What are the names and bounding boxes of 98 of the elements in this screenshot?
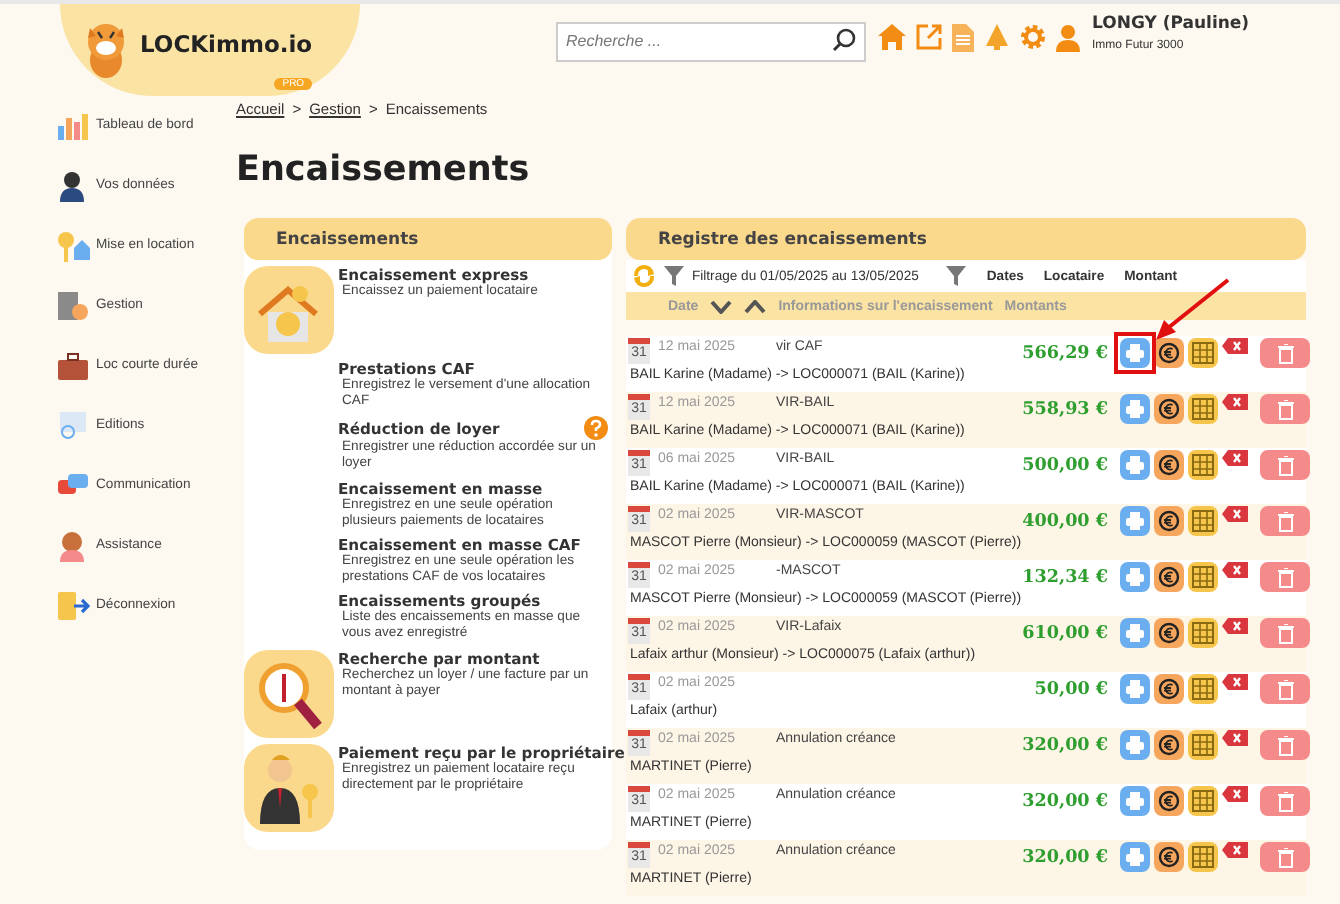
calculator-button[interactable] [1188,842,1218,872]
filter-icon[interactable] [946,266,967,286]
euro-icon [1158,454,1180,476]
euro-button[interactable] [1154,506,1184,536]
payment-amount: 50,00 € [1032,678,1108,704]
help-icon[interactable] [584,416,608,441]
euro-button[interactable] [1154,618,1184,648]
remove-tag-icon[interactable] [1222,618,1248,634]
calculator-button[interactable] [1188,730,1218,760]
trash-icon [1277,623,1293,643]
payment-amount: 566,29 € [1020,342,1108,368]
delete-button[interactable] [1260,394,1310,424]
remove-tag-icon[interactable] [1222,842,1248,858]
delete-button[interactable] [1260,842,1310,872]
payment-amount: 320,00 € [1020,790,1108,816]
grid-icon [1192,734,1214,756]
sort-descending-icon[interactable] [710,299,733,313]
page-title: Encaissements [236,150,532,190]
delete-button[interactable] [1260,450,1310,480]
remove-tag-icon[interactable] [1222,730,1248,746]
trash-icon [1277,343,1293,363]
trash-icon [1277,455,1293,475]
euro-icon [1158,342,1180,364]
grid-icon [1192,566,1214,588]
remove-tag-icon[interactable] [1222,786,1248,802]
grid-icon [1192,846,1214,868]
filter-icon[interactable] [664,266,684,286]
menu-icon [56,589,90,621]
euro-button[interactable] [1154,394,1184,424]
grid-icon [1192,622,1214,644]
delete-button[interactable] [1260,730,1310,760]
euro-icon [1158,846,1180,868]
grid-icon [1192,790,1214,812]
calculator-button[interactable] [1188,506,1218,536]
euro-button[interactable] [1154,730,1184,760]
panel-header: Encaissements [244,218,612,260]
euro-icon [1158,622,1180,644]
payment-amount: 610,00 € [1020,622,1108,648]
grid-icon [1192,342,1214,364]
grid-icon [1192,398,1214,420]
menu-icon [56,529,90,561]
remove-tag-icon[interactable] [1222,338,1248,354]
trash-icon [1277,399,1293,419]
remove-tag-icon[interactable] [1222,562,1248,578]
user-name: LONGY (Pauline) [1092,14,1250,34]
trash-icon [1277,511,1293,531]
remove-tag-icon[interactable] [1222,506,1248,522]
euro-button[interactable] [1154,786,1184,816]
delete-button[interactable] [1260,506,1310,536]
calculator-button[interactable] [1188,674,1218,704]
euro-icon [1158,510,1180,532]
search-field[interactable]: Recherche ... [556,21,866,61]
trash-icon [1277,735,1293,755]
remove-tag-icon[interactable] [1222,674,1248,690]
trash-icon [1277,567,1293,587]
delete-button[interactable] [1260,786,1310,816]
euro-button[interactable] [1154,338,1184,368]
remove-tag-icon[interactable] [1222,450,1248,466]
euro-button[interactable] [1154,562,1184,592]
euro-icon [1158,734,1180,756]
euro-button[interactable] [1154,842,1184,872]
menu-icon [56,409,90,441]
euro-icon [1158,398,1180,420]
calculator-button[interactable] [1188,394,1218,424]
delete-button[interactable] [1260,618,1310,648]
delete-button[interactable] [1260,338,1310,368]
euro-icon [1158,566,1180,588]
trash-icon [1277,791,1293,811]
trash-icon [1277,679,1293,699]
grid-icon [1192,454,1214,476]
calculator-button[interactable] [1188,338,1218,368]
calculator-button[interactable] [1188,786,1218,816]
grid-icon [1192,510,1214,532]
delete-button[interactable] [1260,562,1310,592]
euro-button[interactable] [1154,674,1184,704]
trash-icon [1277,847,1293,867]
payment-amount: 500,00 € [1020,454,1108,480]
menu-icon [56,349,90,381]
calculator-button[interactable] [1188,618,1218,648]
remove-tag-icon[interactable] [1222,394,1248,410]
menu-icon [56,229,90,261]
euro-icon [1158,678,1180,700]
panel-header: Registre des encaissements [626,218,1306,260]
menu-icon [56,289,90,321]
search-icon [832,28,856,52]
euro-button[interactable] [1154,450,1184,480]
euro-icon [1158,790,1180,812]
payment-amount: 558,93 € [1020,398,1108,424]
menu-icon [56,169,90,201]
payment-amount: 320,00 € [1020,846,1108,872]
calculator-button[interactable] [1188,562,1218,592]
grid-icon [1192,678,1214,700]
logo-text: LOCKimmo.io [140,30,313,58]
calculator-button[interactable] [1188,450,1218,480]
payment-amount: 320,00 € [1020,734,1108,760]
delete-button[interactable] [1260,674,1310,704]
sort-ascending-icon[interactable] [744,299,767,313]
menu-icon [56,109,90,141]
